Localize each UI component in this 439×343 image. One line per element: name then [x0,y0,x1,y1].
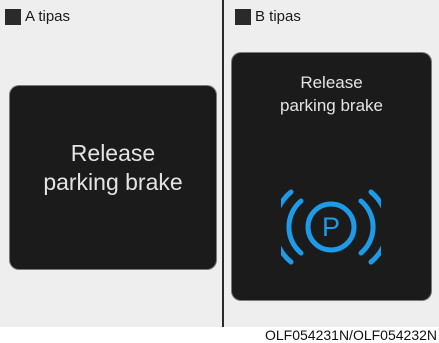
display-b-message-line1: Release [300,73,363,92]
panel-b-title: B tipas [255,8,301,25]
parking-brake-letter: P [322,212,340,242]
panel-a-header: A tipas [5,8,70,25]
display-a-message-line2: parking brake [43,169,183,195]
display-a-message: Release parking brake [10,139,216,197]
display-b-message: Release parking brake [232,71,431,117]
figure-code-caption: OLF054231N/OLF054232N [265,327,437,343]
panel-b-header: B tipas [235,8,301,25]
cluster-display-b: Release parking brake P [232,53,431,300]
cluster-display-a: Release parking brake [10,86,216,269]
display-a-message-line1: Release [70,140,156,166]
panel-type-a: A tipas Release parking brake [0,0,222,327]
parking-brake-icon: P [281,189,381,265]
square-bullet-icon [235,8,251,25]
panel-a-title: A tipas [25,8,71,25]
display-b-message-line2: parking brake [279,96,383,115]
panel-type-b: B tipas Release parking brake P [224,0,439,327]
square-bullet-icon [5,8,21,25]
